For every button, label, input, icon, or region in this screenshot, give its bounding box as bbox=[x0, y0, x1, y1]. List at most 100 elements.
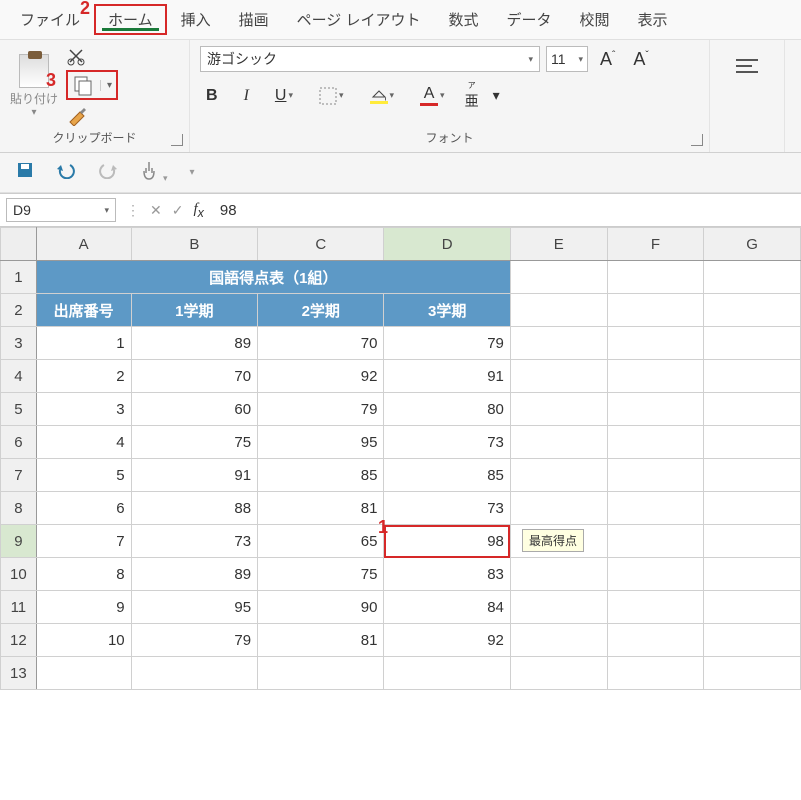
cell[interactable] bbox=[510, 558, 607, 591]
cell[interactable]: 4 bbox=[36, 426, 131, 459]
undo-button[interactable] bbox=[56, 161, 76, 184]
cell[interactable]: 89 bbox=[131, 558, 257, 591]
cell[interactable] bbox=[704, 261, 801, 294]
copy-button[interactable] bbox=[72, 74, 94, 96]
cell[interactable] bbox=[607, 327, 704, 360]
cell[interactable] bbox=[704, 360, 801, 393]
cell[interactable]: 88 bbox=[131, 492, 257, 525]
cell[interactable]: 83 bbox=[384, 558, 510, 591]
cell[interactable]: 70 bbox=[258, 327, 384, 360]
copy-dropdown[interactable]: ▾ bbox=[100, 80, 112, 91]
row-header-10[interactable]: 10 bbox=[1, 558, 37, 591]
cell[interactable] bbox=[607, 624, 704, 657]
cell[interactable] bbox=[607, 426, 704, 459]
cell[interactable]: 75 bbox=[258, 558, 384, 591]
cell[interactable] bbox=[510, 393, 607, 426]
cell[interactable] bbox=[607, 261, 704, 294]
col-header-B[interactable]: B bbox=[131, 228, 257, 261]
cell[interactable] bbox=[607, 591, 704, 624]
cell[interactable] bbox=[510, 624, 607, 657]
cell[interactable]: 79 bbox=[131, 624, 257, 657]
bold-button[interactable]: B bbox=[200, 83, 224, 109]
paste-dropdown[interactable]: ▾ bbox=[31, 107, 36, 118]
col-header-E[interactable]: E bbox=[510, 228, 607, 261]
cell[interactable]: 98 bbox=[384, 525, 510, 558]
row-header-11[interactable]: 11 bbox=[1, 591, 37, 624]
cell[interactable]: 3 bbox=[36, 393, 131, 426]
cell[interactable] bbox=[258, 657, 384, 690]
menu-data[interactable]: データ bbox=[493, 4, 566, 35]
cell[interactable] bbox=[607, 657, 704, 690]
border-button[interactable]: ▾ bbox=[313, 83, 350, 109]
font-color-button[interactable]: A ▾ bbox=[414, 81, 451, 110]
cell[interactable] bbox=[704, 624, 801, 657]
cell[interactable]: 91 bbox=[384, 360, 510, 393]
align-button[interactable] bbox=[724, 46, 770, 89]
cut-button[interactable] bbox=[66, 46, 118, 66]
row-header-7[interactable]: 7 bbox=[1, 459, 37, 492]
accept-formula-icon[interactable]: ✓ bbox=[172, 202, 184, 219]
menu-insert[interactable]: 挿入 bbox=[167, 4, 225, 35]
cell[interactable] bbox=[36, 657, 131, 690]
cell[interactable]: 79 bbox=[258, 393, 384, 426]
col-header-G[interactable]: G bbox=[704, 228, 801, 261]
font-name-select[interactable]: 游ゴシック▾ bbox=[200, 46, 540, 72]
cell[interactable]: 85 bbox=[258, 459, 384, 492]
name-box[interactable]: D9▾ bbox=[6, 198, 116, 222]
cell[interactable] bbox=[510, 657, 607, 690]
cell[interactable]: 10 bbox=[36, 624, 131, 657]
cell[interactable] bbox=[510, 459, 607, 492]
cell[interactable]: 6 bbox=[36, 492, 131, 525]
cell[interactable] bbox=[704, 525, 801, 558]
paste-icon[interactable] bbox=[19, 54, 49, 88]
cell[interactable]: 91 bbox=[131, 459, 257, 492]
cell[interactable]: 75 bbox=[131, 426, 257, 459]
cell[interactable]: 73 bbox=[384, 492, 510, 525]
format-painter-button[interactable] bbox=[66, 104, 118, 126]
col-header-F[interactable]: F bbox=[607, 228, 704, 261]
cell[interactable] bbox=[510, 360, 607, 393]
cell[interactable]: 95 bbox=[258, 426, 384, 459]
cell[interactable] bbox=[510, 261, 607, 294]
row-header-5[interactable]: 5 bbox=[1, 393, 37, 426]
col-header-D[interactable]: D bbox=[384, 228, 510, 261]
cell-header-b[interactable]: 1学期 bbox=[131, 294, 257, 327]
cell[interactable]: 92 bbox=[384, 624, 510, 657]
cell[interactable]: 2 bbox=[36, 360, 131, 393]
cell[interactable] bbox=[607, 558, 704, 591]
phonetic-guide-button[interactable]: ア亜 bbox=[465, 80, 479, 111]
clipboard-dialog-launcher[interactable] bbox=[171, 134, 183, 146]
cell[interactable] bbox=[607, 459, 704, 492]
row-header-12[interactable]: 12 bbox=[1, 624, 37, 657]
cell[interactable] bbox=[607, 294, 704, 327]
cell[interactable] bbox=[607, 360, 704, 393]
qat-customize[interactable]: ▾ bbox=[190, 167, 195, 178]
select-all-corner[interactable] bbox=[1, 228, 37, 261]
decrease-font-button[interactable]: A bbox=[627, 47, 654, 72]
cell[interactable] bbox=[510, 591, 607, 624]
cell[interactable] bbox=[510, 492, 607, 525]
cell-header-c[interactable]: 2学期 bbox=[258, 294, 384, 327]
cell[interactable] bbox=[704, 558, 801, 591]
cell[interactable] bbox=[704, 591, 801, 624]
cell[interactable]: 92 bbox=[258, 360, 384, 393]
cell[interactable] bbox=[704, 492, 801, 525]
cell[interactable]: 1 bbox=[36, 327, 131, 360]
cell[interactable] bbox=[510, 294, 607, 327]
cell[interactable]: 73 bbox=[384, 426, 510, 459]
cell[interactable] bbox=[384, 657, 510, 690]
col-header-C[interactable]: C bbox=[258, 228, 384, 261]
cell-header-a[interactable]: 出席番号 bbox=[36, 294, 131, 327]
cell[interactable]: 90 bbox=[258, 591, 384, 624]
cell[interactable] bbox=[607, 393, 704, 426]
cell[interactable] bbox=[607, 492, 704, 525]
cell[interactable]: 65 bbox=[258, 525, 384, 558]
menu-formula[interactable]: 数式 bbox=[434, 4, 492, 35]
cell[interactable]: 60 bbox=[131, 393, 257, 426]
cell[interactable]: 81 bbox=[258, 624, 384, 657]
cell[interactable]: 79 bbox=[384, 327, 510, 360]
cell[interactable] bbox=[704, 657, 801, 690]
cell[interactable] bbox=[704, 459, 801, 492]
redo-button[interactable] bbox=[98, 161, 118, 184]
cell[interactable]: 80 bbox=[384, 393, 510, 426]
